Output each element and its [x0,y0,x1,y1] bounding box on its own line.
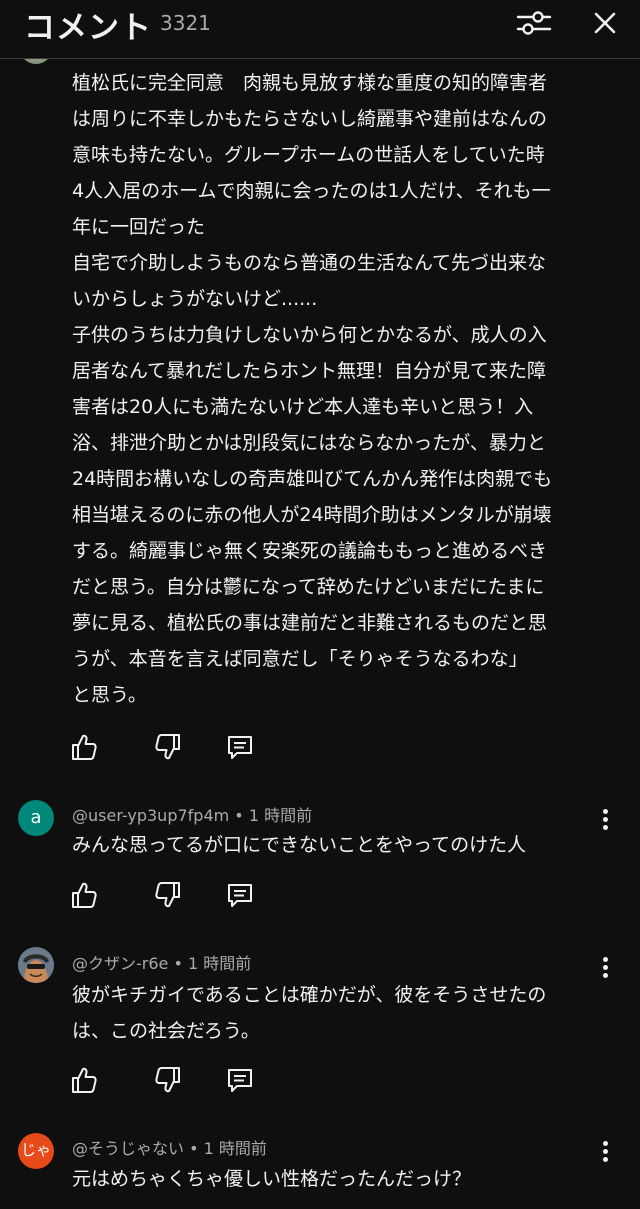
comment-line: と思う。 [72,684,147,706]
author-name[interactable]: @クザン-r6e [72,954,168,973]
comment-count: 3321 [160,11,211,35]
comment-line: 相当堪えるのに赤の他人が24時間介助はメンタルが崩壊 [72,504,552,526]
comment-line: いからしょうがないけど...... [72,288,318,310]
comment-actions [68,879,268,911]
comment-line: は、この社会だろう。 [72,1020,260,1042]
avatar-letter: じゃ [20,1141,51,1159]
like-thumb-up-icon[interactable] [68,879,100,911]
author-name[interactable]: @そうじゃない [72,1139,184,1158]
reply-comment-icon[interactable] [224,879,256,911]
comment-line: 4人入居のホームで肉親に会ったのは1人だけ、それも一 [72,180,551,202]
avatar[interactable]: a [18,800,54,836]
comment-line: 害者は20人にも満たないけど本人達も辛いと思う！入 [72,396,534,418]
comment-line: は周りに不幸しかもたらさないし綺麗事や建前はなんの [72,108,548,130]
comment-text: 元はめちゃくちゃ優しい性格だったんだっけ？ [72,1161,602,1197]
comment-line: 意味も持たない。グループホームの世話人をしていた時 [72,144,545,166]
meta-separator: • [229,806,249,825]
filter-sliders-icon[interactable] [514,6,554,40]
comments-header: コメント 3321 [0,0,640,59]
like-thumb-up-icon[interactable] [68,731,100,763]
comment-line: だと思う。自分は鬱になって辞めたけどいまだにたまに [72,576,545,598]
dislike-thumb-down-icon[interactable] [152,731,184,763]
comment-line: 子供のうちは力負けしないから何とかなるが、成人の入 [72,324,547,346]
author-name[interactable]: @user-yp3up7fp4m [72,806,229,825]
comment-line: 24時間お構いなしの奇声雄叫びてんかん発作は肉親でも [72,468,553,490]
close-icon[interactable] [588,6,622,40]
comment-line: うが、本音を言えば同意だし「そりゃそうなるわな」 [72,648,528,670]
comment-text: 植松氏に完全同意 肉親も見放す様な重度の知的障害者 は周りに不幸しかもたらさない… [72,65,602,713]
comment-actions [68,1064,268,1096]
like-thumb-up-icon[interactable] [68,1064,100,1096]
comment-meta: @クザン-r6e • 1 時間前 [72,950,251,974]
reply-comment-icon[interactable] [224,1064,256,1096]
comment-line: 自宅で介助しようものなら普通の生活なんて先づ出来な [72,252,547,274]
comment-text: 彼がキチガイであることは確かだが、彼をそうさせたの は、この社会だろう。 [72,977,602,1049]
meta-separator: • [168,954,188,973]
dislike-thumb-down-icon[interactable] [152,1064,184,1096]
panel-title: コメント [24,10,152,46]
comment-line: 彼がキチガイであることは確かだが、彼をそうさせたの [72,984,547,1006]
avatar-letter: a [30,807,42,828]
meta-separator: • [184,1139,204,1158]
comment-line: 元はめちゃくちゃ優しい性格だったんだっけ？ [72,1168,472,1190]
comment-meta: @user-yp3up7fp4m • 1 時間前 [72,802,312,826]
comment-line: 夢に見る、植松氏の事は建前だと非難されるものだと思 [72,612,548,634]
comment-time: 1 時間前 [188,954,252,973]
comment-line: 居者なんて暴れだしたらホント無理！自分が見て来た障 [72,360,547,382]
character-face-avatar-icon[interactable] [18,947,54,983]
dislike-thumb-down-icon[interactable] [152,879,184,911]
comment-line: みんな思ってるが口にできないことをやってのけた人 [72,834,527,856]
reply-comment-icon[interactable] [224,731,256,763]
comment-line: 植松氏に完全同意 肉親も見放す様な重度の知的障害者 [72,72,548,94]
comment-line: 年に一回だった [72,216,206,238]
comment-time: 1 時間前 [248,806,313,825]
comment-actions [68,731,268,763]
comment-line: する。綺麗事じゃ無く安楽死の議論ももっと進めるべき [72,540,548,562]
avatar[interactable]: じゃ [18,1133,54,1169]
comment-text: みんな思ってるが口にできないことをやってのけた人 [72,827,602,863]
comment-line: 浴、排泄介助とかは別段気にはならなかったが、暴力と [72,432,546,454]
comment-meta: @そうじゃない • 1 時間前 [72,1135,267,1159]
comment-time: 1 時間前 [203,1139,267,1158]
